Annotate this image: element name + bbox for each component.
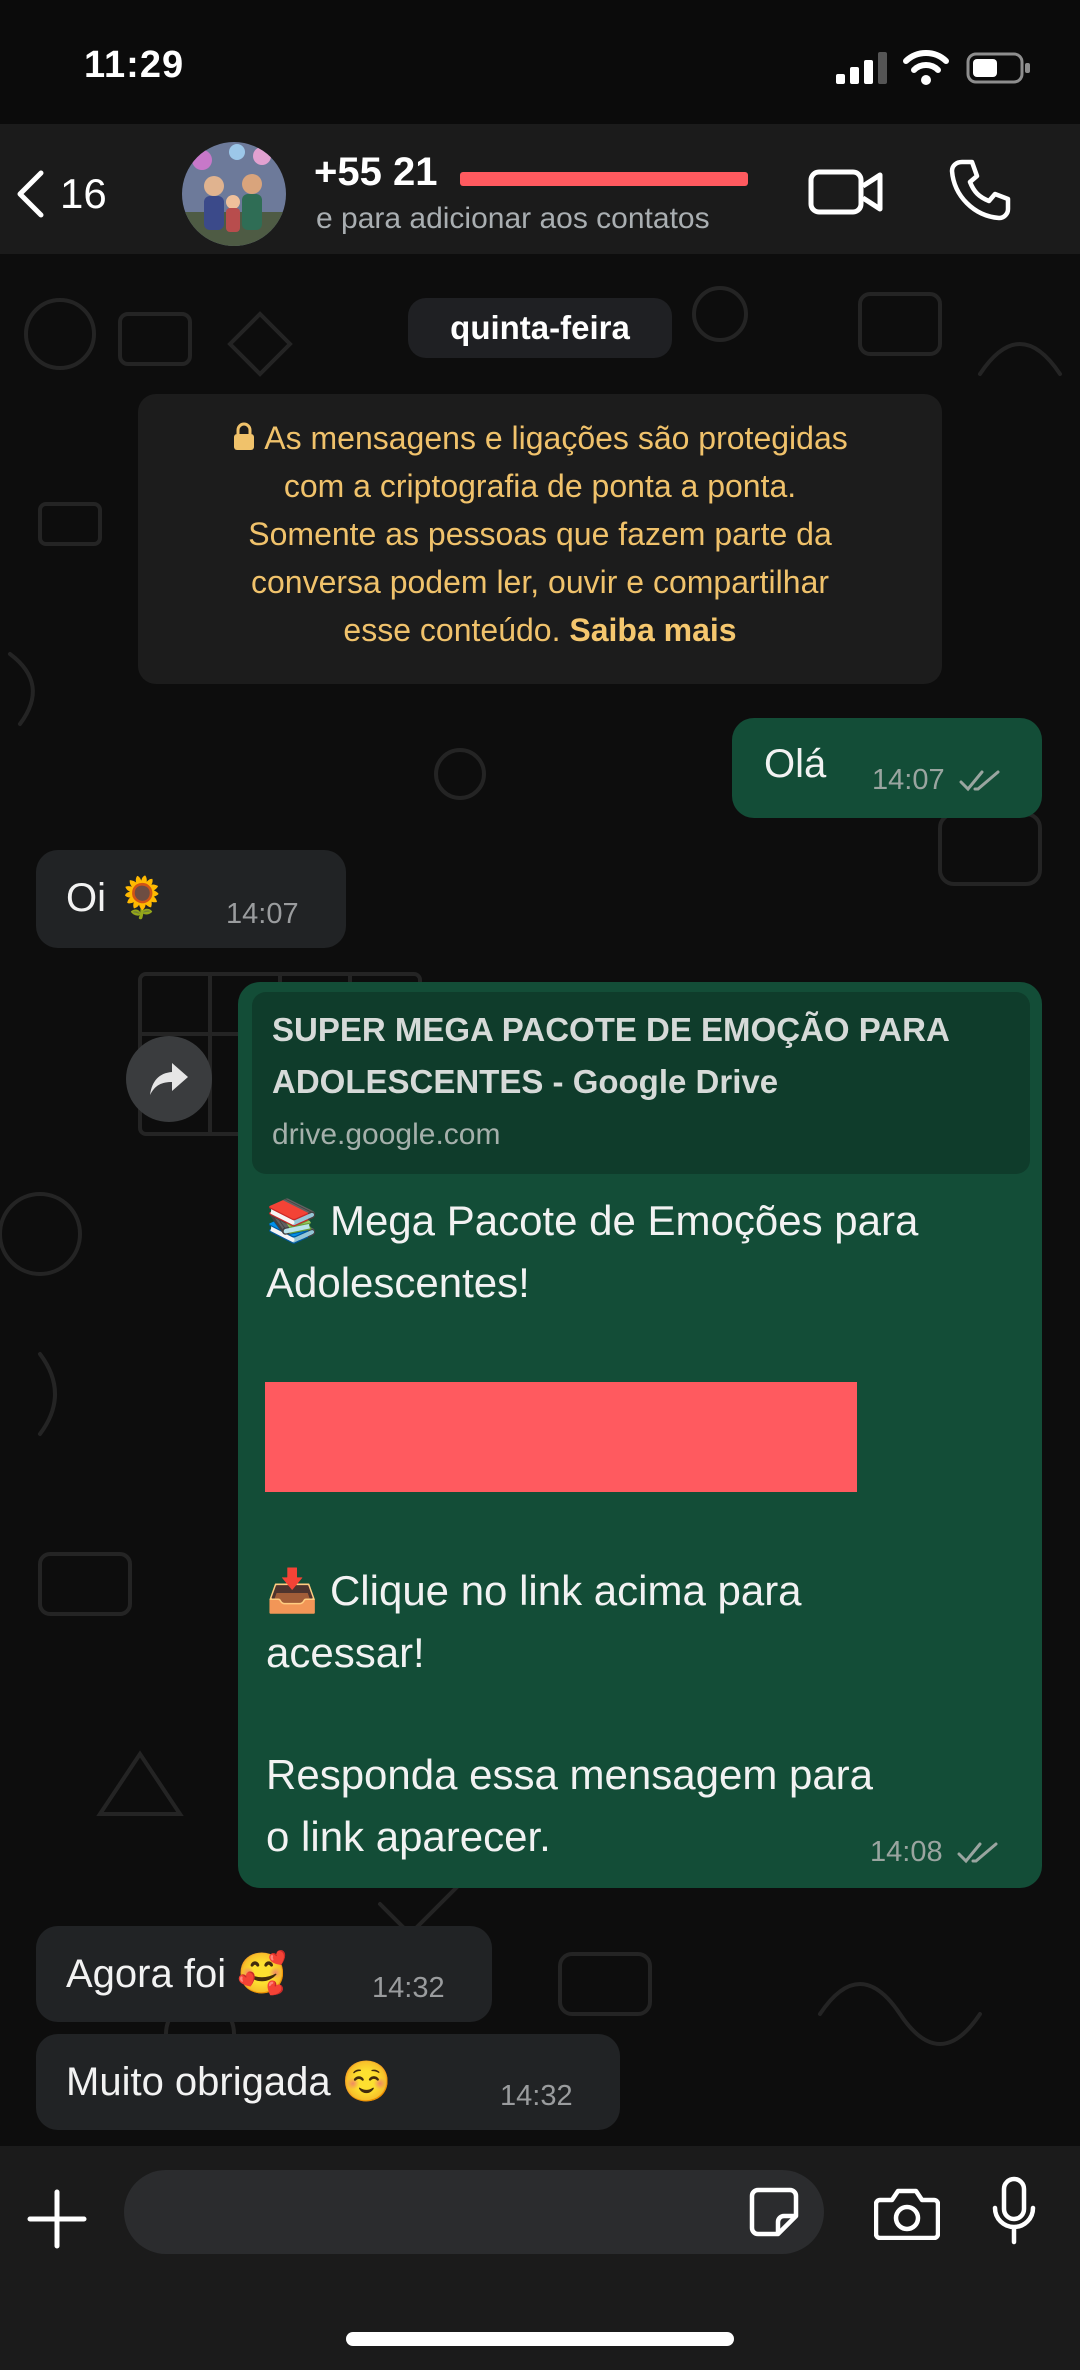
back-button[interactable]: 16 [14,164,134,224]
message-bubble-incoming[interactable]: Agora foi 🥰 14:32 [36,1926,492,2022]
date-separator: quinta-feira [408,298,672,358]
plus-icon[interactable] [26,2188,88,2250]
message-text: 📥 Clique no link acima para acessar! [266,1567,802,1676]
unread-count: 16 [60,170,107,217]
camera-icon[interactable] [874,2186,940,2240]
link-preview-title: SUPER MEGA PACOTE DE EMOÇÃO PARA ADOLESC… [272,1011,950,1100]
message-time: 14:08 [870,1836,999,1869]
encryption-line: As mensagens e ligações são protegidas [264,420,848,456]
learn-more-link[interactable]: Saiba mais [569,612,736,648]
double-check-icon [959,770,1000,792]
home-indicator [346,2332,734,2346]
contact-subtitle[interactable]: e para adicionar aos contatos [316,202,710,236]
microphone-icon[interactable] [990,2176,1038,2248]
link-preview-domain: drive.google.com [272,1118,501,1151]
message-bubble-incoming[interactable]: Muito obrigada ☺️ 14:32 [36,2034,620,2130]
lock-icon [234,422,255,450]
avatar[interactable] [182,142,286,246]
message-time: 14:32 [500,2080,573,2112]
status-time: 11:29 [84,44,185,86]
contact-name[interactable]: +55 21 [314,150,437,195]
message-text: Olá [764,742,827,786]
message-text: Agora foi 🥰 [66,1952,288,1996]
encryption-notice[interactable]: As mensagens e ligações são protegidas c… [138,394,942,684]
message-text: 📚 Mega Pacote de Emoções para Adolescent… [266,1197,919,1306]
message-time: 14:07 [226,898,299,930]
encryption-line: esse conteúdo. [343,612,570,648]
forward-button[interactable] [126,1036,212,1122]
message-bubble-incoming[interactable]: Oi 🌻 14:07 [36,850,346,948]
encryption-line: conversa podem ler, ouvir e compartilhar [250,564,830,600]
message-text: Muito obrigada ☺️ [66,2060,392,2104]
message-bubble-outgoing[interactable]: Olá 14:07 [732,718,1042,818]
double-check-icon [957,1842,998,1864]
message-time: 14:07 [872,764,1001,797]
encryption-line: Somente as pessoas que fazem parte da [248,516,832,552]
message-input[interactable] [124,2170,824,2254]
redacted-link [265,1382,857,1492]
message-time: 14:32 [372,1972,445,2004]
battery-icon [966,52,1030,84]
chevron-left-icon [17,170,44,218]
video-camera-icon[interactable] [808,166,884,218]
encryption-line: com a criptografia de ponta a ponta. [283,468,797,504]
phone-icon[interactable] [948,158,1012,222]
signal-icon [836,52,887,84]
message-text: Oi 🌻 [66,876,167,920]
wifi-icon [903,50,949,85]
forward-arrow-icon [150,1063,188,1095]
sticker-icon[interactable] [748,2186,800,2238]
redaction-bar [460,172,748,186]
